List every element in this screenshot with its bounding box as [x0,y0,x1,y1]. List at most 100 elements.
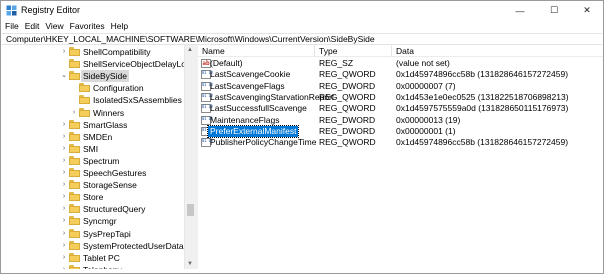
menu-view[interactable]: View [42,20,66,33]
chevron-right-icon[interactable]: › [70,109,78,117]
value-row[interactable]: 01 10 MaintenanceFlags REG_DWORD 0x00000013… [198,115,603,126]
value-row[interactable]: ab (Default) REG_SZ (value not set) [198,58,603,69]
tree-item-label: StructuredQuery [83,204,146,215]
value-data: 0x00000007 (7) [396,80,456,91]
chevron-right-icon[interactable]: › [60,133,68,141]
tree-item[interactable]: › ShellCompatibility [2,46,184,58]
tree-item[interactable]: › Telephony [2,264,184,269]
tree-item[interactable]: › StorageSense [2,179,184,191]
value-data: 0x1d45974896cc58b (1318286461572724​59) [396,69,569,80]
chevron-down-icon[interactable]: ⌄ [60,72,68,80]
value-type: REG_QWORD [319,69,376,80]
value-name: PreferExternalManifest [206,124,300,138]
value-name: LastScavengingStarvationReport [210,91,335,102]
tree-item[interactable]: › SMI [2,143,184,155]
tree-item[interactable]: › SpeechGestures [2,167,184,179]
tree-item[interactable]: › SysPrepTapi [2,228,184,240]
tree-item[interactable]: ShellServiceObjectDelayLoad [2,58,195,70]
title-bar[interactable]: Registry Editor — ☐ ✕ [1,1,603,20]
column-header-name[interactable]: Name [198,45,315,57]
tree-item-label: SMDEn [83,131,113,142]
values-list-pane: Name Type Data ab (Default) REG_SZ (value n… [198,45,603,269]
chevron-right-icon[interactable]: › [60,145,68,153]
folder-icon [69,168,80,177]
minimize-button[interactable]: — [506,1,534,20]
menu-file[interactable]: File [1,20,22,33]
value-row[interactable]: 01 10 LastScavengeCookie REG_QWORD 0x1d4597… [198,69,603,80]
folder-icon [69,180,80,190]
scroll-up-arrow-icon[interactable]: ▲ [185,45,195,55]
value-row[interactable]: 01 10 LastScavengingStarvationReport REG_Q… [198,92,603,103]
tree-item[interactable]: › Store [2,191,184,203]
menu-help[interactable]: Help [108,20,131,33]
tree-item[interactable]: › StructuredQuery [2,203,184,215]
folder-icon [69,71,80,81]
tree-item-label: SpeechGestures [83,168,147,178]
tree-item[interactable]: › Spectrum [2,155,184,167]
value-data: 0x00000013 (19) [396,114,461,125]
chevron-right-icon[interactable]: › [60,230,68,238]
scrollbar-thumb[interactable] [187,204,194,216]
value-type: REG_QWORD [319,91,376,102]
chevron-right-icon[interactable]: › [60,193,68,201]
scroll-down-arrow-icon[interactable]: ▼ [185,259,195,269]
value-name: PublisherPolicyChangeTime [210,137,317,148]
chevron-right-icon[interactable]: › [60,217,68,225]
tree-item[interactable]: › Tablet PC [2,252,184,264]
address-path[interactable]: Computer\HKEY_LOCAL_MACHINE\SOFTWARE\Mic… [6,34,375,45]
folder-icon [79,95,90,105]
tree-item-label: Syncmgr [83,216,117,227]
column-header-data[interactable]: Data [392,45,603,57]
value-row[interactable]: 01 10 LastSuccessfullScavenge REG_QWORD 0x1… [198,103,603,114]
tree-item[interactable]: › Winners [2,107,184,119]
chevron-right-icon[interactable]: › [60,157,68,165]
folder-icon [69,192,80,202]
chevron-right-icon[interactable]: › [60,266,68,269]
chevron-right-icon[interactable]: › [60,242,68,250]
tree-item[interactable]: ⌄ SideBySide [2,70,184,83]
tree-item[interactable]: › Syncmgr [2,215,184,227]
tree-item-label: SMI [83,143,99,154]
tree-item[interactable]: › SystemProtectedUserData [2,240,184,252]
chevron-right-icon[interactable]: › [60,254,68,262]
key-tree-pane: › ShellCompatibility ShellServiceObjectDel… [2,45,195,269]
tree-item-label: SmartGlass [83,119,128,130]
folder-icon [69,119,80,129]
value-row[interactable]: 01 10 PublisherPolicyChangeTime REG_QWORD 0… [198,137,603,148]
folder-icon [69,252,80,262]
menu-bar: File Edit View Favorites Help [1,20,603,33]
value-name: LastSuccessfullScavenge [210,103,307,114]
menu-favorites[interactable]: Favorites [67,20,108,33]
tree-vertical-scrollbar[interactable]: ▲ ▼ [184,45,195,269]
value-row[interactable]: 01 10 LastScavengeFlags REG_DWORD 0x0000000… [198,81,603,92]
value-type: REG_QWORD [319,137,376,148]
tree-item[interactable]: › SmartGlass [2,119,184,131]
column-header-type[interactable]: Type [315,45,392,57]
registry-editor-app-icon [6,5,17,16]
tree-item[interactable]: IsolatedSxSAssemblies [2,94,184,106]
value-data: 0x1d4597575559a0d (131828650115176973) [396,103,569,114]
folder-icon [69,228,80,238]
value-row[interactable]: 01 10PreferExternalManifestREG_DWORD0x00… [198,124,603,138]
value-data: 0x1d45974896cc58b (131828646157272459) [396,137,569,148]
value-data: 0x00000001 (1) [396,125,456,136]
close-button[interactable]: ✕ [573,1,601,20]
chevron-right-icon[interactable]: › [60,48,68,56]
folder-icon [69,143,80,153]
folder-icon [69,59,80,69]
address-bar[interactable]: Computer\HKEY_LOCAL_MACHINE\SOFTWARE\Mic… [2,33,602,45]
chevron-right-icon[interactable]: › [60,205,68,213]
tree-item[interactable]: Configuration [2,82,184,94]
menu-edit[interactable]: Edit [22,20,43,33]
tree-item-label: SideBySide [81,70,129,83]
tree-item[interactable]: › SMDEn [2,131,184,143]
chevron-right-icon[interactable]: › [60,181,68,189]
tree-item-label: Store [83,192,104,203]
chevron-right-icon[interactable]: › [60,121,68,129]
maximize-button[interactable]: ☐ [540,1,568,20]
list-header: Name Type Data [198,45,603,57]
tree-item-label: ShellServiceObjectDelayLoad [83,59,195,70]
chevron-right-icon[interactable]: › [60,169,68,177]
folder-icon [69,240,80,250]
folder-icon [69,216,80,226]
